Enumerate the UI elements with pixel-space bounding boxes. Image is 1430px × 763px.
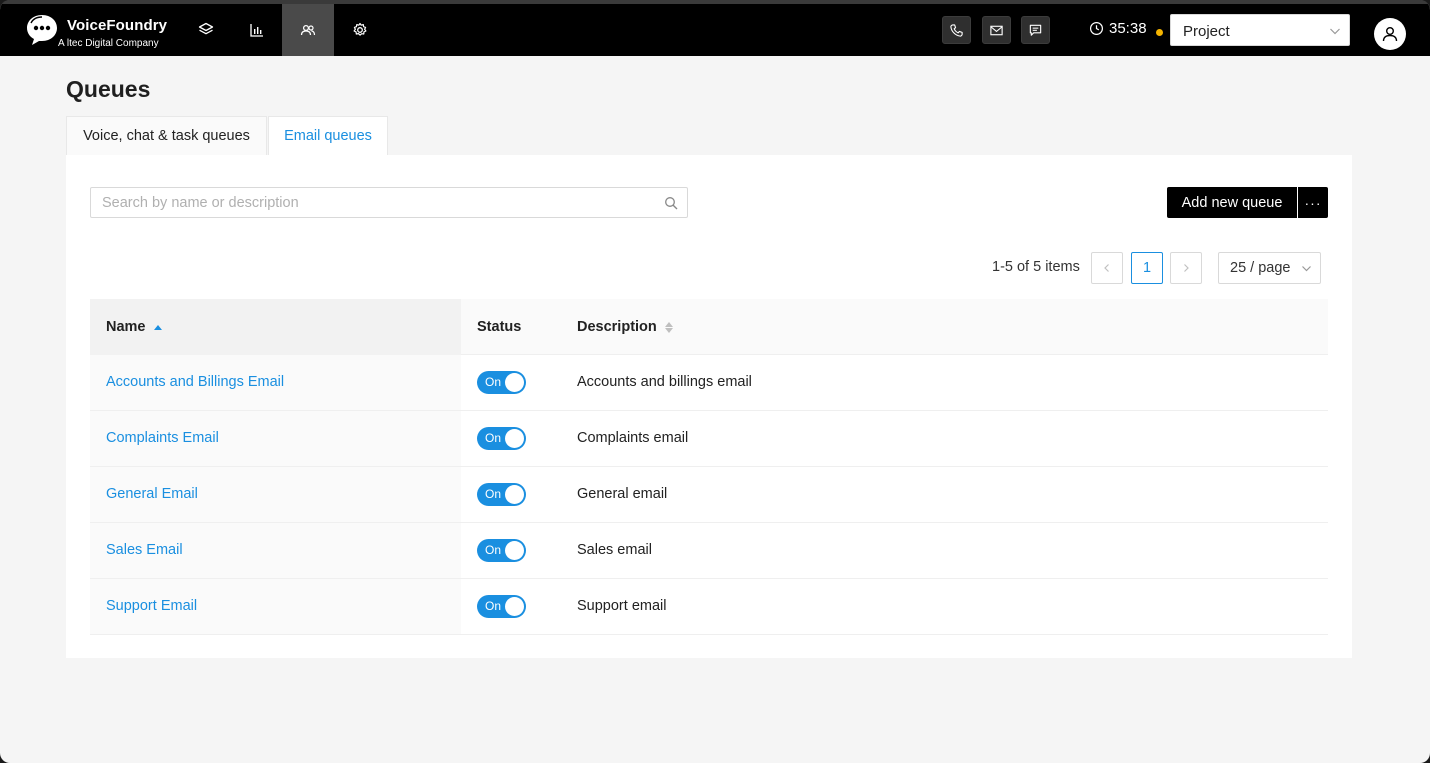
users-icon — [300, 24, 316, 36]
queue-description: Support email — [577, 598, 667, 614]
column-header-description[interactable]: Description — [577, 319, 673, 335]
status-toggle[interactable]: On — [477, 427, 526, 450]
column-description-label: Description — [577, 319, 657, 335]
project-select[interactable]: Project — [1170, 14, 1350, 46]
email-button[interactable] — [982, 16, 1011, 44]
status-toggle[interactable]: On — [477, 595, 526, 618]
toggle-label: On — [485, 599, 502, 613]
toggle-label: On — [485, 431, 502, 445]
table-row: Complaints Email On Complaints email — [90, 411, 1328, 467]
user-icon — [1382, 27, 1398, 42]
queue-description: Complaints email — [577, 430, 689, 446]
mail-icon — [990, 25, 1003, 35]
chat-bubble-logo-icon — [27, 15, 57, 45]
queue-name-link[interactable]: Support Email — [106, 598, 197, 614]
chat-button[interactable] — [1021, 16, 1050, 44]
toggle-label: On — [485, 375, 502, 389]
user-avatar[interactable] — [1374, 18, 1406, 50]
queue-name-link[interactable]: Sales Email — [106, 542, 183, 558]
queue-name-link[interactable]: General Email — [106, 486, 198, 502]
app-window: VoiceFoundry A ltec Digital Company 35:3… — [0, 0, 1430, 763]
phone-button[interactable] — [942, 16, 971, 44]
chevron-right-icon — [1184, 264, 1189, 272]
search-input[interactable] — [91, 188, 651, 217]
chevron-left-icon — [1104, 264, 1109, 272]
project-select-value: Project — [1183, 23, 1230, 40]
toggle-label: On — [485, 487, 502, 501]
bar-chart-icon — [250, 24, 263, 37]
chevron-down-icon — [1302, 266, 1311, 272]
column-header-status: Status — [477, 319, 521, 335]
pagination-prev-button[interactable] — [1091, 252, 1123, 284]
table-header: Name Status Description — [90, 299, 1328, 355]
search-icon[interactable] — [664, 196, 678, 210]
phone-icon — [950, 23, 963, 37]
toggle-label: On — [485, 543, 502, 557]
sort-ascending-icon[interactable] — [153, 324, 162, 330]
queue-description: Sales email — [577, 542, 652, 558]
table-row: Accounts and Billings Email On Accounts … — [90, 355, 1328, 411]
top-navigation-bar: VoiceFoundry A ltec Digital Company 35:3… — [0, 0, 1430, 56]
queue-description: Accounts and billings email — [577, 374, 752, 390]
search-box — [90, 187, 688, 218]
column-name-label: Name — [106, 319, 146, 335]
page-size-value: 25 / page — [1230, 260, 1291, 276]
nav-layers[interactable] — [180, 4, 232, 56]
table-row: Support Email On Support email — [90, 579, 1328, 635]
agent-status-dot — [1156, 29, 1163, 36]
pagination-next-button[interactable] — [1170, 252, 1202, 284]
email-queues-panel: Add new queue ··· 1-5 of 5 items 1 25 / … — [66, 155, 1352, 658]
column-header-name[interactable]: Name — [106, 319, 162, 335]
nav-reports[interactable] — [231, 4, 283, 56]
queue-name-link[interactable]: Accounts and Billings Email — [106, 374, 284, 390]
sort-icon[interactable] — [664, 321, 673, 333]
page-size-select[interactable]: 25 / page — [1218, 252, 1321, 284]
pagination-total: 1-5 of 5 items — [992, 259, 1080, 275]
column-status-label: Status — [477, 319, 522, 335]
app-name: VoiceFoundry — [67, 17, 168, 34]
queue-name-link[interactable]: Complaints Email — [106, 430, 219, 446]
chevron-down-icon — [1330, 28, 1340, 35]
pagination-page-1[interactable]: 1 — [1131, 252, 1163, 284]
layers-icon — [198, 22, 214, 35]
more-actions-button[interactable]: ··· — [1298, 187, 1328, 218]
table-row: General Email On General email — [90, 467, 1328, 523]
add-new-queue-button[interactable]: Add new queue — [1167, 187, 1297, 218]
nav-users[interactable] — [282, 4, 334, 56]
tab-voice-chat-task-queues[interactable]: Voice, chat & task queues — [66, 116, 267, 155]
voicefoundry-logo[interactable]: VoiceFoundry A ltec Digital Company — [24, 12, 174, 54]
chat-icon — [1029, 24, 1042, 36]
tab-email-queues[interactable]: Email queues — [268, 116, 388, 155]
clock-icon — [1089, 21, 1104, 36]
nav-settings[interactable] — [334, 4, 386, 56]
status-toggle[interactable]: On — [477, 539, 526, 562]
session-timer: 35:38 — [1089, 20, 1147, 37]
status-toggle[interactable]: On — [477, 371, 526, 394]
app-tagline: A ltec Digital Company — [58, 38, 159, 49]
table-row: Sales Email On Sales email — [90, 523, 1328, 579]
page-title: Queues — [66, 76, 151, 102]
queue-description: General email — [577, 486, 668, 502]
gear-icon — [353, 22, 367, 36]
timer-value: 35:38 — [1109, 20, 1147, 37]
status-toggle[interactable]: On — [477, 483, 526, 506]
